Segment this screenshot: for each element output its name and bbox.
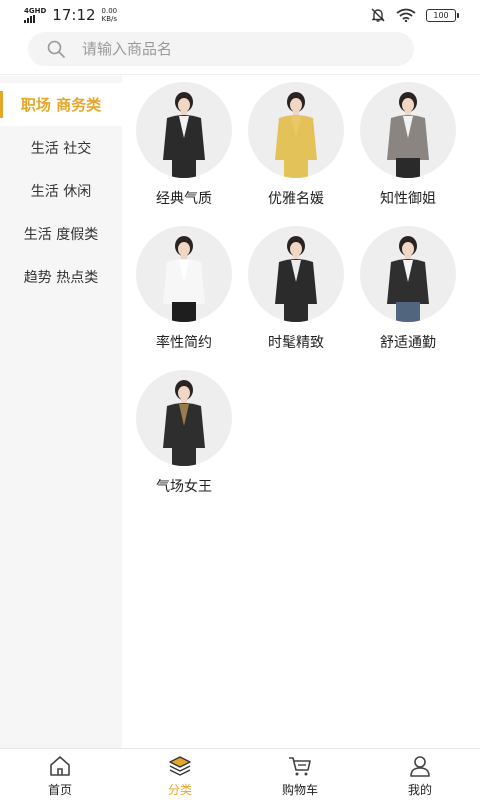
sidebar-item-life-leisure[interactable]: 生活 休闲 [0, 169, 122, 212]
category-sidebar: 职场 商务类 生活 社交 生活 休闲 生活 度假类 趋势 热点类 [0, 76, 122, 748]
sidebar-item-trend-hot[interactable]: 趋势 热点类 [0, 255, 122, 298]
style-item[interactable]: 知性御姐 [352, 82, 464, 208]
woman-leopard-coat-icon [163, 380, 205, 466]
sidebar-item-label: 趋势 热点类 [23, 269, 99, 286]
woman-plaid-blazer-icon [387, 92, 429, 178]
style-item[interactable]: 优雅名媛 [240, 82, 352, 208]
speed-unit: KB/s [101, 15, 118, 23]
woman-yellow-dress-icon [275, 92, 317, 178]
woman-striped-vest-icon [275, 236, 317, 322]
tab-cart[interactable]: 购物车 [240, 749, 360, 800]
woman-white-blouse-icon [163, 236, 205, 322]
style-thumbnail [248, 226, 344, 322]
search-icon [47, 40, 65, 58]
style-item-label: 经典气质 [156, 191, 212, 207]
home-icon [50, 756, 70, 776]
wifi-icon [396, 8, 416, 22]
tab-label: 分类 [167, 783, 192, 797]
sidebar-item-career-business[interactable]: 职场 商务类 [0, 83, 122, 126]
woman-denim-jeans-icon [387, 236, 429, 322]
style-thumbnail [136, 226, 232, 322]
style-item-label: 知性御姐 [380, 191, 436, 207]
search-bar[interactable] [28, 32, 414, 66]
sidebar-item-life-social[interactable]: 生活 社交 [0, 126, 122, 169]
network-type: 4GHD [24, 6, 47, 15]
style-item-label: 气场女王 [156, 479, 212, 495]
style-item-label: 率性简约 [156, 335, 212, 351]
sidebar-item-label: 生活 社交 [30, 140, 92, 157]
category-icon [169, 756, 191, 776]
style-item[interactable]: 气场女王 [128, 370, 240, 496]
battery-level: 100 [433, 10, 449, 20]
network-speed: 0.00 KB/s [102, 7, 118, 23]
tab-label: 我的 [407, 783, 432, 797]
network-indicator: 4GHD [24, 6, 47, 23]
style-thumbnail [248, 82, 344, 178]
style-item[interactable]: 舒适通勤 [352, 226, 464, 352]
style-thumbnail [136, 370, 232, 466]
style-thumbnail [136, 82, 232, 178]
sidebar-item-label: 生活 休闲 [30, 183, 92, 200]
header-divider [0, 74, 480, 75]
sidebar-item-label: 职场 商务类 [20, 96, 102, 114]
style-item[interactable]: 时髦精致 [240, 226, 352, 352]
woman-black-suit-icon [163, 92, 205, 178]
style-item-label: 时髦精致 [268, 335, 324, 351]
mute-bell-icon [371, 8, 385, 22]
style-item-label: 舒适通勤 [380, 335, 436, 351]
search-input[interactable] [82, 40, 362, 58]
tab-home[interactable]: 首页 [0, 749, 120, 800]
style-item-label: 优雅名媛 [268, 191, 324, 207]
sidebar-item-life-vacation[interactable]: 生活 度假类 [0, 212, 122, 255]
tab-category[interactable]: 分类 [120, 749, 240, 800]
style-thumbnail [360, 226, 456, 322]
tab-profile[interactable]: 我的 [360, 749, 480, 800]
bottom-tab-bar: 首页 分类 购物车 我的 [0, 748, 480, 800]
status-bar: 4GHD 17:12 0.00 KB/s 100 [0, 0, 480, 30]
style-grid: 经典气质 优雅名媛 知性御姐率性简约 时髦精致 舒适通勤气场女王 [128, 82, 480, 496]
signal-icon [24, 14, 46, 23]
sidebar-item-label: 生活 度假类 [23, 226, 99, 243]
battery-icon: 100 [426, 8, 459, 22]
style-thumbnail [360, 82, 456, 178]
cart-icon [289, 757, 311, 776]
tab-label: 首页 [47, 783, 72, 797]
speed-value: 0.00 [101, 7, 118, 15]
style-item[interactable]: 经典气质 [128, 82, 240, 208]
profile-icon [410, 756, 430, 777]
clock: 17:12 [52, 6, 96, 24]
style-item[interactable]: 率性简约 [128, 226, 240, 352]
tab-label: 购物车 [281, 783, 318, 797]
